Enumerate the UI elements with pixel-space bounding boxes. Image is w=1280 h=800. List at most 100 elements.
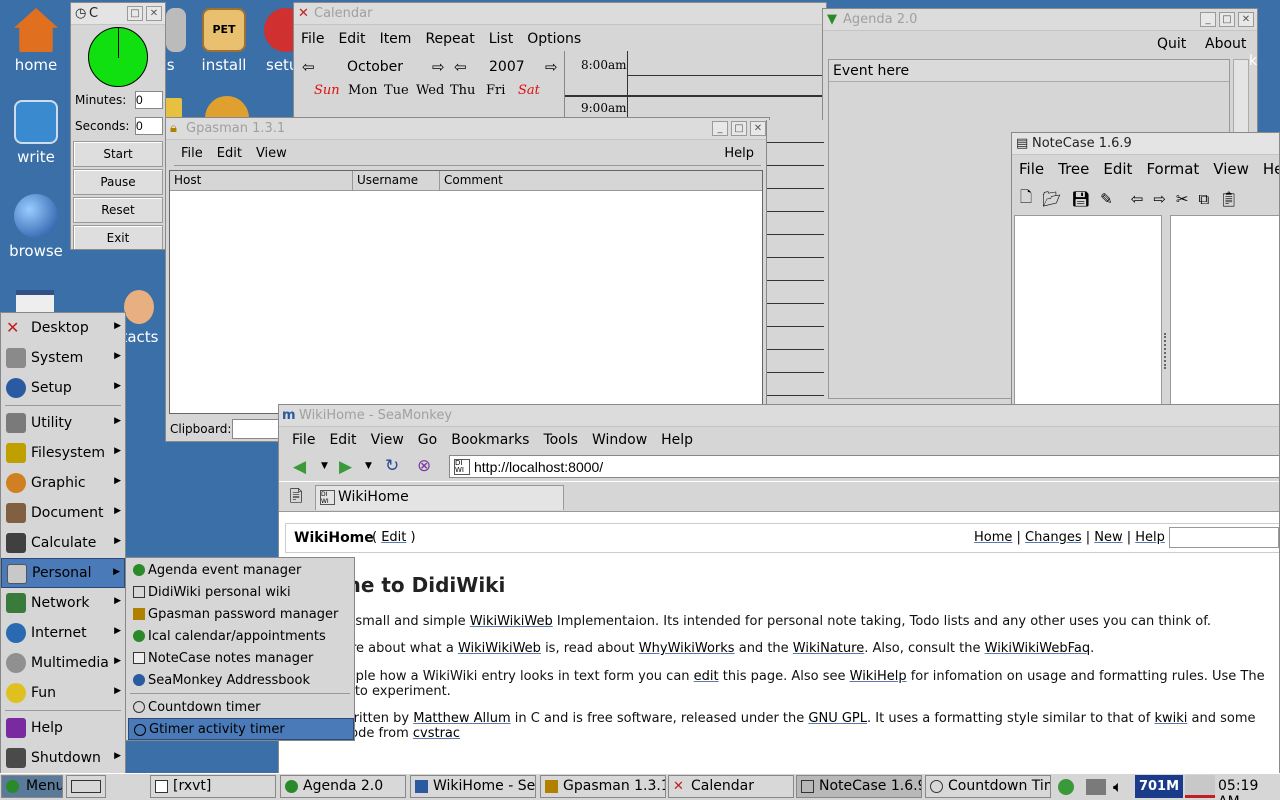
reload-icon[interactable]: ↻ [385, 456, 399, 476]
menu-view[interactable]: View [249, 146, 294, 161]
task-rxvt[interactable]: [rxvt] [150, 775, 276, 798]
maximize-button[interactable]: □ [1219, 12, 1235, 27]
cvstrac-link[interactable]: cvstrac [413, 726, 460, 741]
gnu-gpl-link[interactable]: GNU GPL [808, 711, 867, 726]
nav-new-link[interactable]: New [1094, 530, 1122, 545]
menu-go[interactable]: Go [411, 432, 444, 448]
wikinature-link[interactable]: WikiNature [793, 641, 864, 656]
menu-item[interactable]: Item [373, 31, 419, 47]
show-desktop-button[interactable] [66, 775, 106, 798]
timer-titlebar[interactable]: ◷ C □ ✕ [71, 3, 165, 25]
new-document-icon[interactable]: 🗋︎ [1020, 187, 1032, 212]
forward-arrow-icon[interactable]: ⇨ [1153, 190, 1166, 208]
submenu-didiwiki[interactable]: DidiWiki personal wiki [128, 581, 354, 603]
menu-filesystem[interactable]: Filesystem ▶ [1, 438, 125, 468]
menu-help[interactable]: Help [1, 713, 125, 743]
maximize-button[interactable]: □ [731, 121, 747, 136]
wiki-search-input[interactable] [1169, 527, 1279, 548]
back-button-icon[interactable]: ◀ [293, 457, 306, 477]
seamonkey-window[interactable]: m WikiHome - SeaMonkey File Edit View Go… [278, 404, 1280, 774]
wikihelp-link[interactable]: WikiHelp [850, 669, 907, 684]
task-wikihome[interactable]: WikiHome - Sea [410, 775, 536, 798]
tray-volume-icon[interactable]: 🔈︎ [1113, 777, 1123, 797]
submenu-notecase[interactable]: NoteCase notes manager [128, 647, 354, 669]
calendar-window[interactable]: ✕ Calendar File Edit Item Repeat List Op… [293, 2, 827, 122]
pause-button[interactable]: Pause [73, 169, 163, 195]
menu-multimedia[interactable]: Multimedia ▶ [1, 648, 125, 678]
open-folder-icon[interactable]: 📂︎ [1042, 190, 1061, 208]
countdown-timer-window[interactable]: ◷ C □✕ Minutes: Seconds: Start Pause Res… [70, 2, 166, 250]
paste-icon[interactable]: 📋︎ [1219, 190, 1238, 208]
desktop-icon-browse[interactable]: browse [0, 194, 72, 260]
forward-dropdown-icon[interactable]: ▼ [365, 461, 372, 471]
tab-wikihome[interactable]: DI WI WikiHome [315, 485, 564, 510]
save-as-icon[interactable]: ✎ [1100, 190, 1113, 208]
close-button[interactable]: ✕ [146, 6, 162, 21]
submenu-countdown-timer[interactable]: Countdown timer [128, 696, 354, 718]
back-dropdown-icon[interactable]: ▼ [321, 461, 328, 471]
menu-setup[interactable]: Setup ▶ [1, 373, 125, 403]
exit-button[interactable]: Exit [73, 225, 163, 249]
nav-changes-link[interactable]: Changes [1025, 530, 1082, 545]
menu-edit[interactable]: Edit [331, 31, 372, 47]
copy-icon[interactable]: ⧉ [1198, 190, 1209, 208]
event-row[interactable]: Event here [829, 60, 1229, 82]
back-arrow-icon[interactable]: ⇦ [1131, 190, 1144, 208]
menu-edit[interactable]: Edit [210, 146, 249, 161]
gpasman-titlebar[interactable]: 🔒︎ Gpasman 1.3.1 _ □ ✕ [166, 118, 769, 140]
url-input[interactable] [474, 457, 974, 476]
menu-edit[interactable]: Edit [322, 432, 363, 448]
desktop-icon-home[interactable]: home [0, 8, 72, 74]
notecase-titlebar[interactable]: ▤ NoteCase 1.6.9 [1012, 133, 1279, 155]
wikiwikiweb-link[interactable]: WikiWikiWeb [458, 641, 541, 656]
menu-utility[interactable]: Utility ▶ [1, 408, 125, 438]
task-notecase[interactable]: NoteCase 1.6.9 [796, 775, 922, 798]
close-button[interactable]: ✕ [1238, 12, 1254, 27]
maximize-button[interactable]: □ [127, 6, 143, 21]
menu-format[interactable]: Format [1139, 160, 1206, 178]
wiki-edit-link[interactable]: Edit [381, 530, 406, 545]
calendar-titlebar[interactable]: ✕ Calendar [294, 3, 826, 25]
minimize-button[interactable]: _ [712, 121, 728, 136]
tray-network-icon[interactable] [1058, 779, 1074, 795]
start-button[interactable]: Start [73, 141, 163, 167]
menu-options[interactable]: Options [520, 31, 588, 47]
minutes-input[interactable] [135, 91, 163, 109]
menu-view[interactable]: View [364, 432, 411, 448]
save-icon[interactable]: 💾︎ [1071, 190, 1090, 208]
password-list[interactable]: Host Username Comment [169, 170, 763, 414]
minimize-button[interactable]: _ [1200, 12, 1216, 27]
stop-icon[interactable]: ⊗ [417, 456, 431, 476]
cut-icon[interactable]: ✂ [1176, 190, 1189, 208]
nav-help-link[interactable]: Help [1135, 530, 1165, 545]
menu-desktop[interactable]: ✕ Desktop ▶ [1, 313, 125, 343]
submenu-gpasman[interactable]: Gpasman password manager [128, 603, 354, 625]
tray-connection-icon[interactable] [1086, 779, 1106, 795]
seamonkey-titlebar[interactable]: m WikiHome - SeaMonkey [279, 405, 1279, 427]
menu-file[interactable]: File [1012, 160, 1051, 178]
menu-file[interactable]: File [285, 432, 322, 448]
pane-splitter[interactable] [1164, 333, 1168, 369]
menu-edit[interactable]: Edit [1096, 160, 1139, 178]
menu-help[interactable]: Help [717, 146, 761, 161]
menu-file[interactable]: File [294, 31, 331, 47]
submenu-seamonkey-addressbook[interactable]: SeaMonkey Addressbook [128, 669, 354, 691]
url-bar[interactable]: DI WI [449, 455, 1279, 478]
author-link[interactable]: Matthew Allum [413, 711, 510, 726]
menu-help[interactable]: Help [654, 432, 700, 448]
menu-tools[interactable]: Tools [536, 432, 585, 448]
wikiwikiwebfaq-link[interactable]: WikiWikiWebFaq [985, 641, 1091, 656]
menu-calculate[interactable]: Calculate ▶ [1, 528, 125, 558]
next-month-arrow-icon[interactable]: ⇨ [432, 58, 445, 76]
agenda-titlebar[interactable]: ▼ Agenda 2.0 _ □ ✕ [823, 9, 1257, 31]
menu-fun[interactable]: Fun ▶ [1, 678, 125, 708]
menu-window[interactable]: Window [585, 432, 654, 448]
menu-view[interactable]: View [1206, 160, 1256, 178]
column-comment[interactable]: Comment [440, 171, 503, 190]
menu-graphic[interactable]: Graphic ▶ [1, 468, 125, 498]
close-button[interactable]: ✕ [750, 121, 766, 136]
tab-sidebar-icon[interactable]: 📄︎ [287, 488, 305, 504]
menu-file[interactable]: File [174, 146, 210, 161]
task-agenda[interactable]: Agenda 2.0 [280, 775, 406, 798]
submenu-agenda[interactable]: Agenda event manager [128, 559, 354, 581]
